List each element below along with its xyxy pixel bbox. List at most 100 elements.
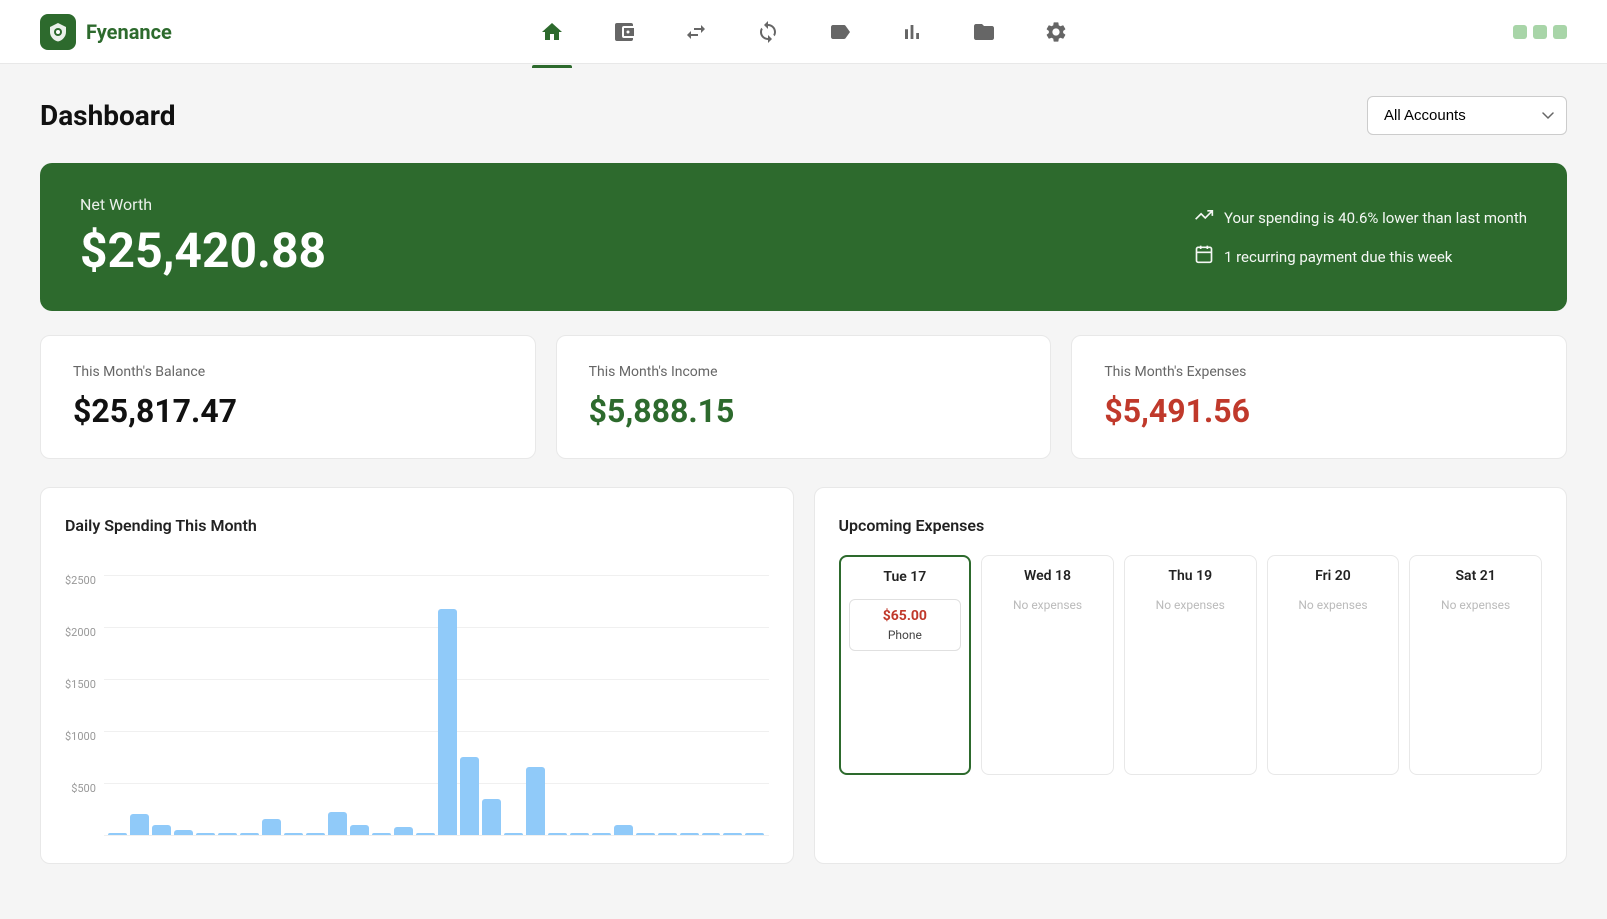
nav-status-dots [1513,25,1567,39]
chart-bar [482,799,501,835]
nav-transfer[interactable] [676,16,716,48]
chart-bar [108,833,127,835]
day-label: Sat 21 [1418,568,1533,584]
y-label-2500: $2500 [65,575,96,586]
chart-bar [636,833,655,835]
day-label: Wed 18 [990,568,1105,584]
upcoming-card: Upcoming Expenses Tue 17$65.00PhoneWed 1… [814,487,1568,864]
chart-bars-container [104,575,769,835]
y-label-1000: $1000 [65,731,96,742]
expense-item: $65.00Phone [849,599,962,651]
dot-1 [1513,25,1527,39]
insight-2-text: 1 recurring payment due this week [1224,248,1452,266]
nav-refresh[interactable] [748,16,788,48]
stat-expenses: This Month's Expenses $5,491.56 [1071,335,1567,459]
chart-bar [394,827,413,835]
net-worth-value: $25,420.88 [80,222,326,279]
dot-3 [1553,25,1567,39]
expense-day-col[interactable]: Sat 21 No expenses [1409,555,1542,775]
chart-bar [152,825,171,835]
nav-settings[interactable] [1036,16,1076,48]
chart-bar [702,833,721,835]
chart-bar [460,757,479,835]
nav-chart[interactable] [892,16,932,48]
page-title: Dashboard [40,99,176,132]
chart-bar [284,833,303,835]
stat-income-value: $5,888.15 [589,392,1019,430]
chart-bar [174,830,193,835]
chart-bar [658,833,677,835]
net-worth-info: Your spending is 40.6% lower than last m… [1194,205,1527,269]
day-label: Fri 20 [1276,568,1391,584]
page-header: Dashboard All Accounts Checking Savings … [40,96,1567,135]
chart-card: Daily Spending This Month $2500 $2000 $1… [40,487,794,864]
chart-bar [240,833,259,835]
chart-bar [350,825,369,835]
chart-bar [306,833,325,835]
chart-bar [262,819,281,835]
chart-bar [614,825,633,835]
bottom-grid: Daily Spending This Month $2500 $2000 $1… [40,487,1567,864]
chart-bar [438,609,457,835]
chart-bar [526,767,545,835]
nav-home[interactable] [532,16,572,48]
stat-expenses-label: This Month's Expenses [1104,364,1534,380]
expense-day-col[interactable]: Wed 18 No expenses [981,555,1114,775]
accounts-select[interactable]: All Accounts Checking Savings Credit Car… [1367,96,1567,135]
stat-balance-value: $25,817.47 [73,392,503,430]
chart-bar [680,833,699,835]
expense-name: Phone [858,628,953,642]
chart-bar [328,812,347,835]
expense-day-col[interactable]: Thu 19 No expenses [1124,555,1257,775]
chart-bar [548,833,567,835]
logo[interactable]: Fyenance [40,14,172,50]
chart-bar [570,833,589,835]
day-label: Tue 17 [849,569,962,585]
nav-wallet[interactable] [604,16,644,48]
main-nav [532,16,1076,48]
stat-expenses-value: $5,491.56 [1104,392,1534,430]
chart-bar [723,833,742,835]
chart-title: Daily Spending This Month [65,516,769,535]
dot-2 [1533,25,1547,39]
chart-bar [745,833,764,835]
insight-1-row: Your spending is 40.6% lower than last m… [1194,205,1527,230]
no-expenses-text: No expenses [990,598,1105,612]
no-expenses-text: No expenses [1418,598,1533,612]
nav-tags[interactable] [820,16,860,48]
trend-icon [1194,205,1214,230]
chart-bar [504,833,523,835]
chart-y-labels: $2500 $2000 $1500 $1000 $500 [65,575,96,835]
main-content: Dashboard All Accounts Checking Savings … [0,64,1607,896]
y-label-2000: $2000 [65,627,96,638]
insight-2-row: 1 recurring payment due this week [1194,244,1452,269]
logo-icon [40,14,76,50]
stat-income-label: This Month's Income [589,364,1019,380]
insight-1-text: Your spending is 40.6% lower than last m… [1224,209,1527,227]
expense-day-col[interactable]: Fri 20No expenses [1267,555,1400,775]
bars-row [104,575,769,835]
chart-bar [592,833,611,835]
chart-bar [218,833,237,835]
chart-bar [130,814,149,835]
app-name: Fyenance [86,20,172,44]
chart-bar [196,833,215,835]
no-expenses-text: No expenses [1133,598,1248,612]
expense-day-col[interactable]: Tue 17 $65.00Phone [839,555,972,775]
y-label-1500: $1500 [65,679,96,690]
header: Fyenance [0,0,1607,64]
chart-bar [416,833,435,835]
stat-balance: This Month's Balance $25,817.47 [40,335,536,459]
net-worth-left: Net Worth $25,420.88 [80,195,326,279]
expense-days: Tue 17$65.00PhoneWed 18No expensesThu 19… [839,555,1543,775]
day-label: Thu 19 [1133,568,1248,584]
nav-folder[interactable] [964,16,1004,48]
stat-balance-label: This Month's Balance [73,364,503,380]
net-worth-card: Net Worth $25,420.88 Your spending is 40… [40,163,1567,311]
stat-income: This Month's Income $5,888.15 [556,335,1052,459]
chart-area: $2500 $2000 $1500 $1000 $500 [65,555,769,835]
calendar-icon [1194,244,1214,269]
y-label-500: $500 [65,783,96,794]
net-worth-label: Net Worth [80,195,326,214]
chart-bar [372,833,391,835]
